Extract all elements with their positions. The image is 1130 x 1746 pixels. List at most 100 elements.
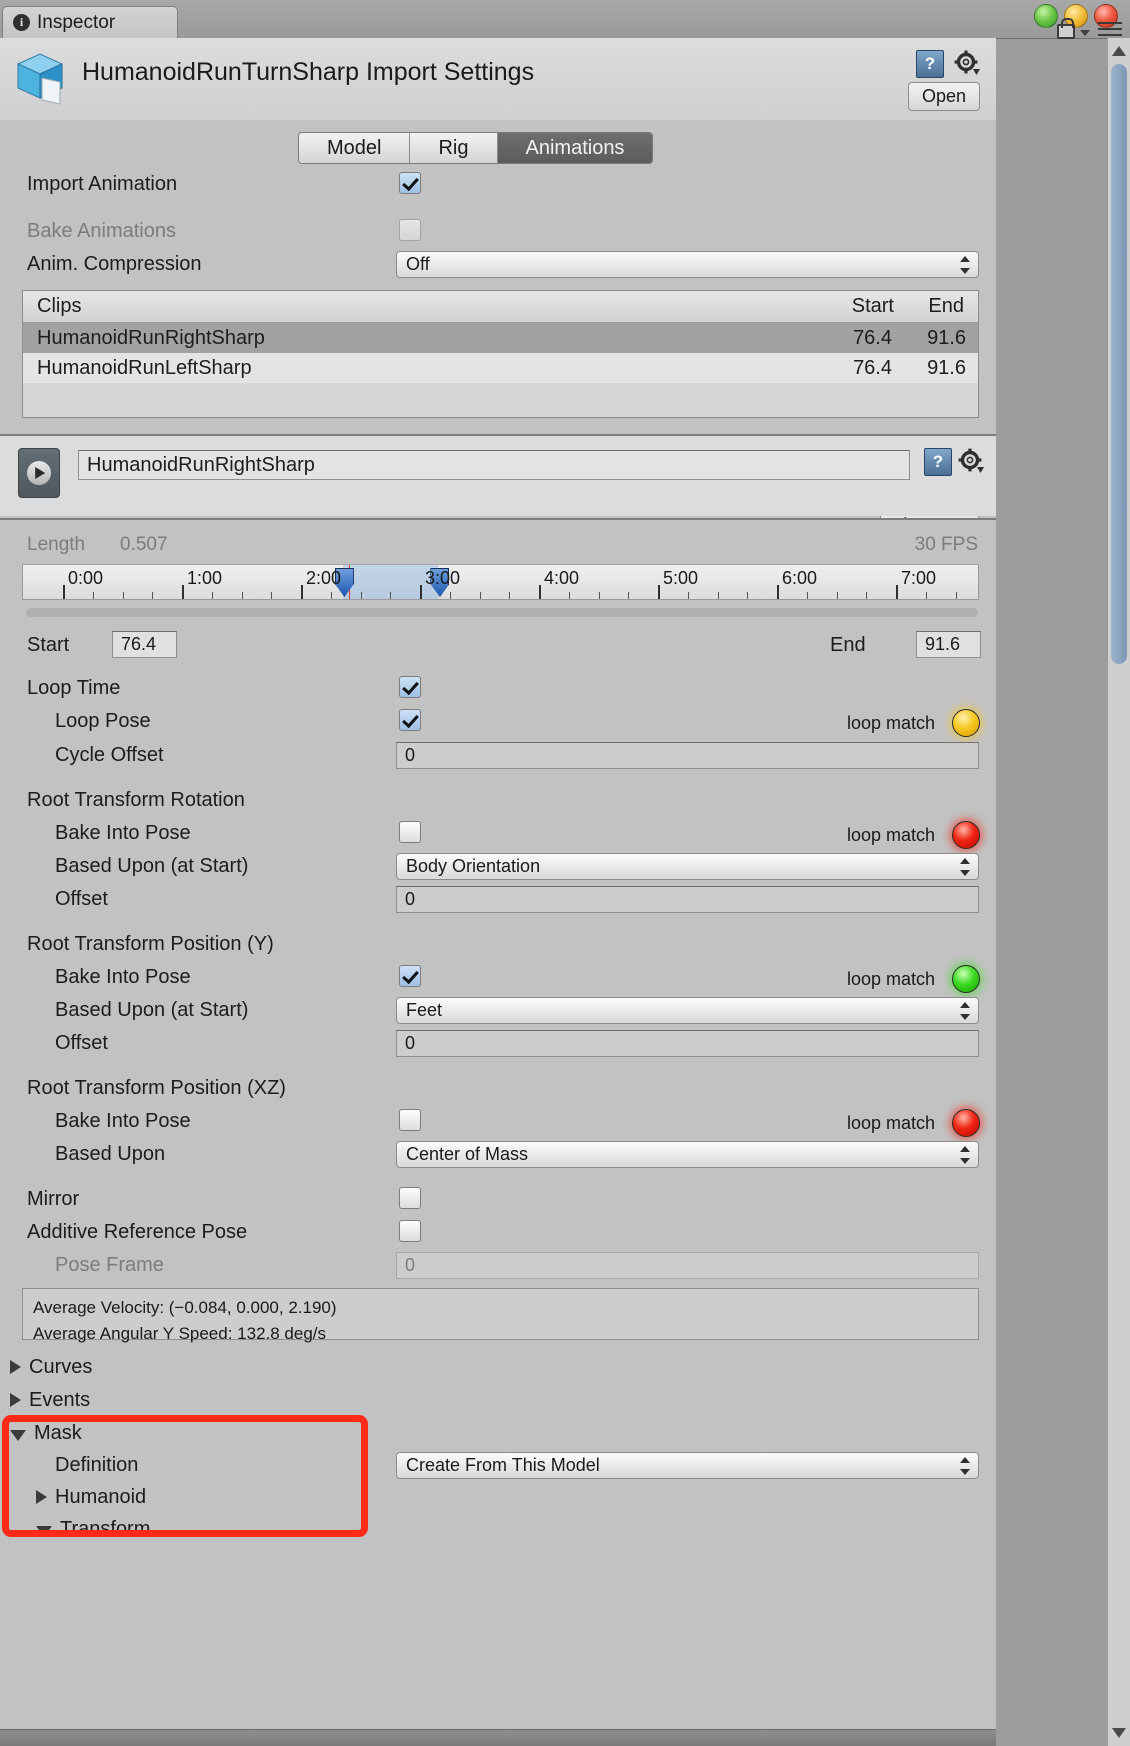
- clips-header-start: Start: [851, 295, 894, 317]
- updown-arrows-icon: [959, 1457, 970, 1475]
- timeline-minor-tick: [866, 592, 868, 599]
- based-upon-label: Based Upon (at Start): [55, 999, 249, 1021]
- scroll-up-arrow-icon[interactable]: [1112, 46, 1126, 56]
- timeline-major-tick: [658, 585, 660, 599]
- mirror-checkbox[interactable]: [399, 1187, 421, 1209]
- info-icon: i: [13, 14, 30, 31]
- chevron-down-icon[interactable]: [1080, 30, 1090, 36]
- timeline-minor-tick: [360, 592, 362, 599]
- based-upon-value: Body Orientation: [406, 856, 541, 876]
- timeline-major-tick: [896, 585, 898, 599]
- cycle-offset-label: Cycle Offset: [55, 744, 164, 766]
- import-animation-label: Import Animation: [27, 173, 178, 195]
- definition-value: Create From This Model: [406, 1455, 600, 1475]
- tab-inspector-label: Inspector: [37, 11, 116, 33]
- loop-time-checkbox[interactable]: [399, 676, 421, 698]
- root-position-y-bake-row: Bake Into Pose loop match: [0, 962, 996, 994]
- clips-list: Clips Start End HumanoidRunRightSharp 76…: [22, 290, 979, 418]
- foldout-events[interactable]: Events: [10, 1385, 90, 1415]
- additive-reference-pose-label: Additive Reference Pose: [27, 1221, 248, 1243]
- range-row: Start 76.4 End 91.6: [0, 625, 996, 665]
- root-rotation-bake-row: Bake Into Pose loop match: [0, 818, 996, 850]
- table-row[interactable]: HumanoidRunRightSharp 76.4 91.6: [23, 323, 978, 353]
- help-book-icon[interactable]: ?: [916, 50, 944, 78]
- offset-input[interactable]: 0: [396, 1030, 979, 1057]
- bake-animations-checkbox: [399, 219, 421, 241]
- timeline-minor-tick: [955, 592, 957, 599]
- foldout-humanoid[interactable]: Humanoid: [36, 1482, 146, 1512]
- clip-name: HumanoidRunLeftSharp: [37, 357, 252, 379]
- timeline-minor-tick: [747, 592, 749, 599]
- curves-label: Curves: [29, 1355, 93, 1378]
- timeline-major-tick: [420, 585, 422, 599]
- lock-icon[interactable]: [1057, 18, 1075, 39]
- timeline-ruler[interactable]: 0:00 1:00 2:00 3:00 4:00 5:00 6:00 7:00: [22, 564, 979, 600]
- scroll-down-arrow-icon[interactable]: [1112, 1728, 1126, 1738]
- based-upon-label: Based Upon: [55, 1143, 166, 1165]
- definition-dropdown[interactable]: Create From This Model: [396, 1452, 979, 1479]
- bake-into-pose-checkbox[interactable]: [399, 1109, 421, 1131]
- play-button-icon[interactable]: [18, 448, 60, 498]
- model-cube-icon: [16, 53, 64, 105]
- offset-input[interactable]: 0: [396, 886, 979, 913]
- end-input[interactable]: 91.6: [916, 631, 981, 658]
- humanoid-label: Humanoid: [55, 1485, 147, 1508]
- offset-label: Offset: [55, 888, 108, 910]
- timeline-panel: Length 0.507 30 FPS 0:00 1:00 2:00 3:00 4:00…: [0, 520, 996, 634]
- updown-arrows-icon: [959, 1146, 970, 1164]
- loop-pose-row: Loop Pose loop match: [0, 706, 996, 738]
- open-button[interactable]: Open: [908, 82, 980, 111]
- based-upon-value: Center of Mass: [406, 1144, 529, 1164]
- bake-into-pose-checkbox[interactable]: [399, 965, 421, 987]
- mirror-row: Mirror: [0, 1184, 996, 1216]
- loop-match-label: loop match: [847, 969, 936, 989]
- based-upon-label: Based Upon (at Start): [55, 855, 249, 877]
- bake-animations-label: Bake Animations: [27, 220, 176, 242]
- timeline-minor-tick: [271, 592, 273, 599]
- inspector-vertical-scrollbar[interactable]: [1107, 38, 1130, 1746]
- timeline-major-tick: [182, 585, 184, 599]
- root-position-xz-bake-row: Bake Into Pose loop match: [0, 1106, 996, 1138]
- clip-start: 76.4: [853, 357, 892, 379]
- clip-end: 91.6: [927, 357, 966, 379]
- tab-rig[interactable]: Rig: [410, 133, 498, 163]
- window-minimize-light[interactable]: [1034, 4, 1058, 28]
- tab-inspector[interactable]: i Inspector: [2, 6, 178, 38]
- timeline-minor-tick: [152, 592, 154, 599]
- loop-time-label: Loop Time: [27, 677, 121, 699]
- timeline-tick-label: 7:00: [901, 568, 937, 588]
- timeline-minor-tick: [449, 592, 451, 599]
- help-book-icon[interactable]: ?: [924, 448, 952, 476]
- foldout-mask[interactable]: Mask: [10, 1418, 82, 1448]
- based-upon-dropdown[interactable]: Feet: [396, 997, 979, 1024]
- timeline-tick-label: 2:00: [306, 568, 342, 588]
- import-animation-checkbox[interactable]: [399, 172, 421, 194]
- additive-reference-pose-checkbox[interactable]: [399, 1220, 421, 1242]
- foldout-curves[interactable]: Curves: [10, 1352, 92, 1382]
- events-label: Events: [29, 1388, 91, 1411]
- anim-compression-dropdown[interactable]: Off: [396, 251, 979, 278]
- gear-icon[interactable]: [958, 448, 984, 474]
- cycle-offset-row: Cycle Offset 0: [0, 740, 996, 772]
- timeline-minor-tick: [925, 592, 927, 599]
- timeline-minor-tick: [92, 592, 94, 599]
- start-input[interactable]: 76.4: [112, 631, 177, 658]
- anim-compression-label: Anim. Compression: [27, 253, 202, 275]
- gear-icon[interactable]: [954, 50, 980, 76]
- tab-animations[interactable]: Animations: [497, 133, 653, 163]
- loop-pose-checkbox[interactable]: [399, 709, 421, 731]
- loop-match-indicator: [952, 821, 980, 849]
- table-row[interactable]: HumanoidRunLeftSharp 76.4 91.6: [23, 353, 978, 383]
- timeline-horizontal-scrollbar[interactable]: [26, 608, 978, 617]
- scrollbar-thumb[interactable]: [1111, 64, 1127, 664]
- tab-model[interactable]: Model: [299, 133, 411, 163]
- timeline-major-tick: [539, 585, 541, 599]
- clip-name-input[interactable]: HumanoidRunRightSharp: [78, 450, 910, 480]
- foldout-transform[interactable]: Transform: [36, 1514, 150, 1544]
- loop-match-label: loop match: [847, 1113, 936, 1133]
- based-upon-dropdown[interactable]: Center of Mass: [396, 1141, 979, 1168]
- based-upon-dropdown[interactable]: Body Orientation: [396, 853, 979, 880]
- window-titlebar: i Inspector: [0, 0, 1130, 39]
- bake-into-pose-checkbox[interactable]: [399, 821, 421, 843]
- cycle-offset-input[interactable]: 0: [396, 742, 979, 769]
